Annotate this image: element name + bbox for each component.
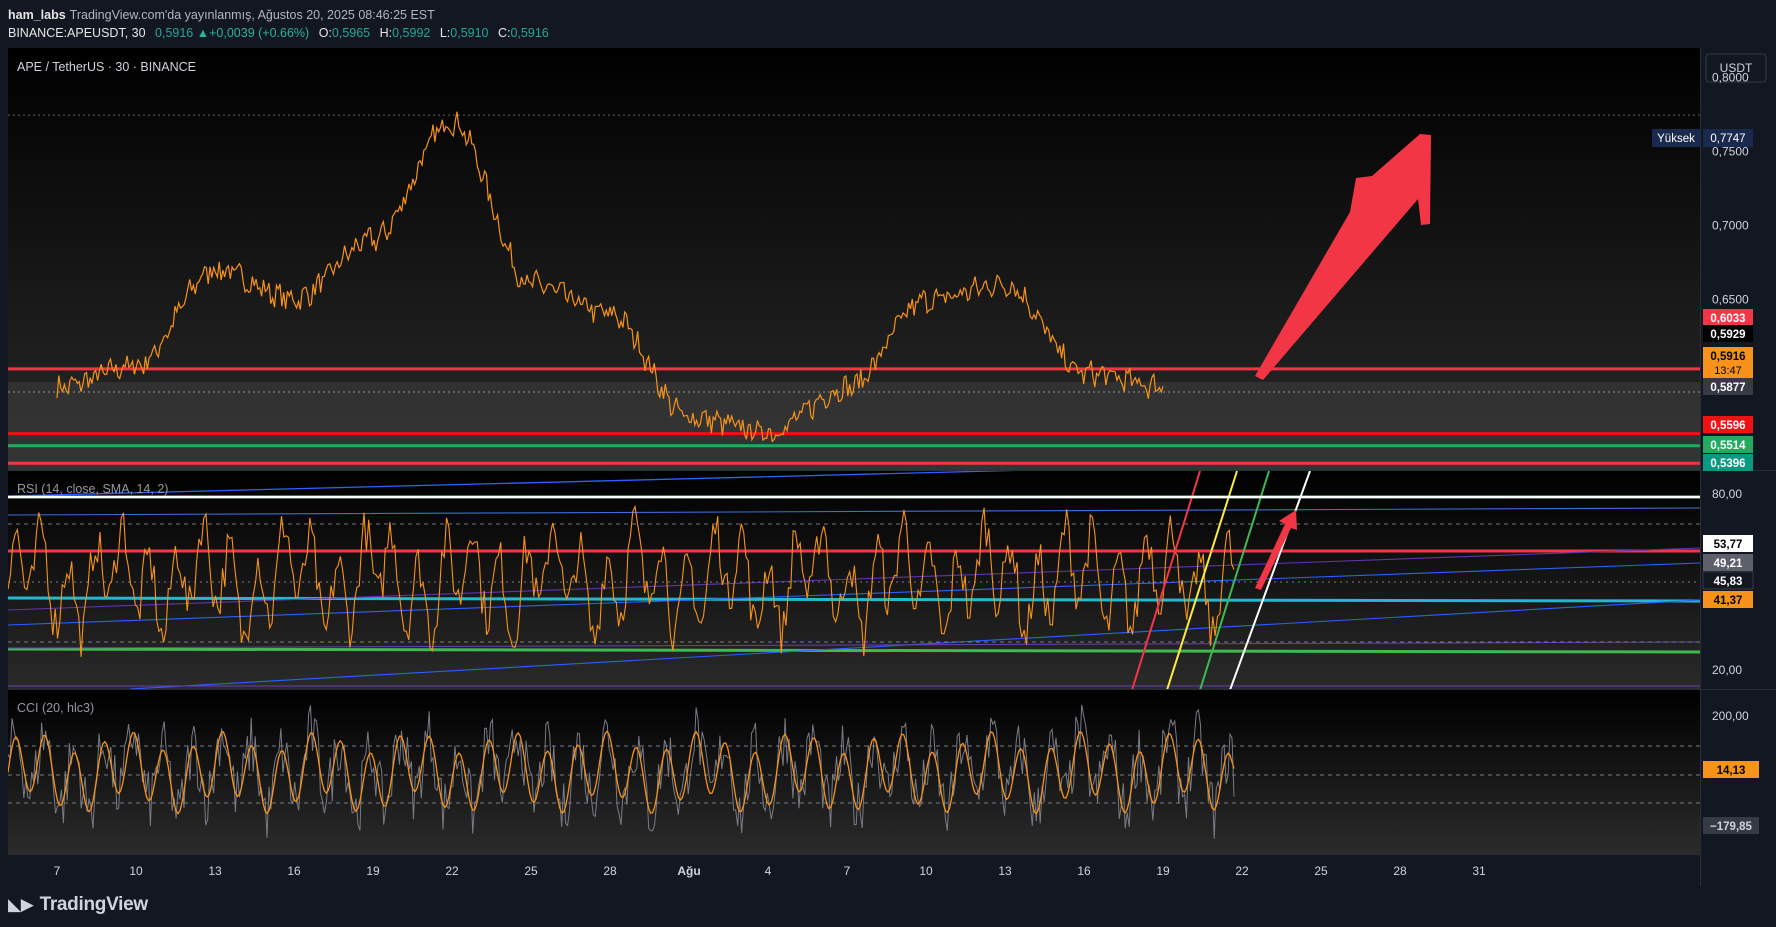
high-value-tag: 0,7747: [1710, 133, 1745, 145]
time-tick-label: Ağu: [677, 864, 700, 878]
time-tick-label: 19: [1156, 864, 1170, 878]
price-tick-label: 0,6500: [1712, 293, 1749, 307]
tradingview-logo[interactable]: ◣▶ TradingView: [8, 894, 148, 916]
time-tick-label: 25: [524, 864, 538, 878]
time-tick-label: 7: [54, 864, 61, 878]
time-tick-label: 31: [1472, 864, 1486, 878]
time-tick-label: 4: [765, 864, 772, 878]
cci-tag-label: −179,85: [1710, 821, 1752, 833]
price-tag-label: 0,5514: [1710, 440, 1746, 452]
time-tick-label: 19: [366, 864, 380, 878]
price-pane-legend: APE / TetherUS · 30 · BINANCE: [17, 60, 196, 74]
time-tick-label: 10: [919, 864, 933, 878]
rsi-tick-20: 20,00: [1712, 663, 1742, 677]
time-tick-label: 10: [129, 864, 143, 878]
cci-pane[interactable]: [8, 690, 1700, 855]
time-tick-label: 13: [998, 864, 1012, 878]
rsi-pane-legend: RSI (14, close, SMA, 14, 2): [17, 482, 168, 496]
rsi-tag-label: 53,77: [1714, 539, 1743, 551]
tradingview-logo-icon: ◣▶: [8, 895, 34, 914]
logo-text: TradingView: [39, 894, 149, 915]
time-tick-label: 16: [287, 864, 301, 878]
time-tick-label: 7: [844, 864, 851, 878]
time-tick-label: 22: [445, 864, 459, 878]
cci-pane-legend: CCI (20, hlc3): [17, 701, 94, 715]
time-tick-label: 16: [1077, 864, 1091, 878]
time-tick-label: 28: [603, 864, 617, 878]
price-tick-label: 0,8000: [1712, 71, 1749, 85]
time-tick-label: 22: [1235, 864, 1249, 878]
cci-tick-200: 200,00: [1712, 709, 1749, 723]
rsi-tag-label: 41,37: [1714, 595, 1743, 607]
price-tag-label: 0,5596: [1710, 420, 1745, 432]
price-tick-label: 0,7000: [1712, 219, 1749, 233]
price-tag-label: 0,6033: [1710, 313, 1745, 325]
price-tag-countdown: 13:47: [1714, 365, 1742, 377]
time-tick-label: 25: [1314, 864, 1328, 878]
rsi-tick-80: 80,00: [1712, 487, 1742, 501]
price-tag-label: 0,5877: [1710, 382, 1745, 394]
price-tags: 0,6033 0,5929 0,5916 13:47 0,5877 0,5596 0,551…: [1703, 309, 1753, 471]
rsi-tags: 53,77 49,21 45,83 41,37: [1702, 535, 1754, 608]
rsi-tag-label: 49,21: [1714, 558, 1743, 570]
price-tag-label: 0,5929: [1710, 329, 1745, 341]
rsi-pane[interactable]: [8, 471, 1700, 689]
cci-tag-label: 14,13: [1717, 765, 1746, 777]
price-zone-shade: [8, 382, 1700, 470]
high-label: Yüksek: [1657, 133, 1695, 145]
rsi-tag-label: 45,83: [1714, 576, 1743, 588]
time-tick-label: 28: [1393, 864, 1407, 878]
time-tick-label: 13: [208, 864, 222, 878]
time-axis[interactable]: [8, 856, 1700, 886]
chart-canvas[interactable]: APE / TetherUS · 30 · BINANCE RSI (14, c…: [0, 0, 1776, 927]
price-tag-label: 0,5916: [1710, 351, 1745, 363]
price-tag-label: 0,5396: [1710, 458, 1745, 470]
